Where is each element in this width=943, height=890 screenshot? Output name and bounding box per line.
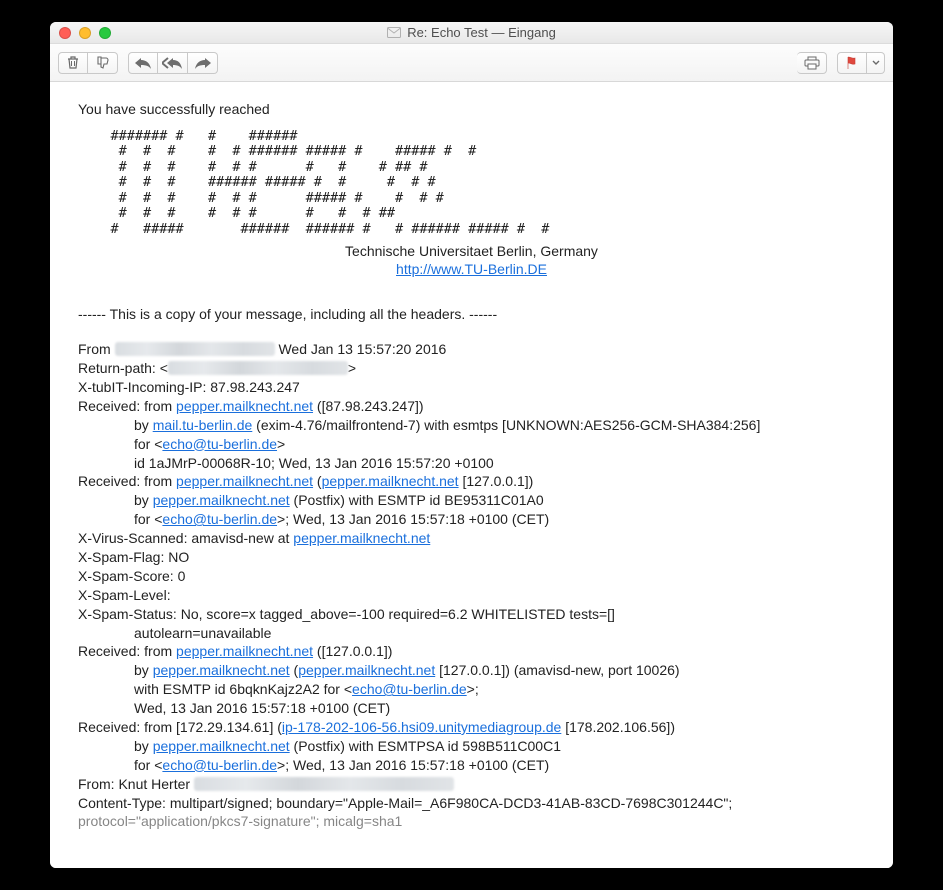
link-pepper-3c[interactable]: pepper.mailknecht.net	[298, 662, 435, 678]
header-from-name: From: Knut Herter	[78, 776, 194, 792]
printer-icon	[804, 56, 820, 70]
university-link[interactable]: http://www.TU-Berlin.DE	[396, 261, 547, 277]
message-body[interactable]: You have successfully reached ####### # …	[50, 82, 893, 868]
trash-icon	[66, 55, 80, 70]
link-mail-tub[interactable]: mail.tu-berlin.de	[153, 417, 253, 433]
forward-icon	[194, 57, 212, 69]
header-from-date: Wed Jan 13 15:57:20 2016	[275, 341, 447, 357]
link-echo-4[interactable]: echo@tu-berlin.de	[162, 757, 277, 773]
header-spam-level: X-Spam-Level:	[78, 586, 865, 605]
header-spam-status: X-Spam-Status: No, score=x tagged_above=…	[78, 605, 865, 624]
window-title: Re: Echo Test — Eingang	[50, 25, 893, 40]
header-spam-score: X-Spam-Score: 0	[78, 567, 865, 586]
header-from-label: From	[78, 341, 115, 357]
flag-icon	[845, 56, 859, 70]
window-zoom-button[interactable]	[99, 27, 111, 39]
titlebar[interactable]: Re: Echo Test — Eingang	[50, 22, 893, 44]
redacted-return-path	[168, 361, 348, 375]
university-line: Technische Universitaet Berlin, Germany	[78, 242, 865, 261]
forward-button[interactable]	[188, 52, 218, 74]
reply-icon	[134, 57, 152, 69]
link-pepper-vs[interactable]: pepper.mailknecht.net	[293, 530, 430, 546]
reply-button[interactable]	[128, 52, 158, 74]
reply-all-button[interactable]	[158, 52, 188, 74]
link-pepper-3a[interactable]: pepper.mailknecht.net	[176, 643, 313, 659]
mail-headers: From Wed Jan 13 15:57:20 2016 Return-pat…	[78, 340, 865, 831]
link-pepper-3b[interactable]: pepper.mailknecht.net	[153, 662, 290, 678]
window-minimize-button[interactable]	[79, 27, 91, 39]
print-button[interactable]	[797, 52, 827, 74]
link-pepper-2c[interactable]: pepper.mailknecht.net	[153, 492, 290, 508]
header-content-type-2: protocol="application/pkcs7-signature"; …	[78, 812, 865, 831]
link-unitymedia[interactable]: ip-178-202-106-56.hsi09.unitymediagroup.…	[282, 719, 561, 735]
traffic-lights	[50, 27, 111, 39]
intro-text: You have successfully reached	[78, 100, 865, 119]
header-spam-flag: X-Spam-Flag: NO	[78, 548, 865, 567]
envelope-icon	[387, 27, 401, 38]
link-echo-3[interactable]: echo@tu-berlin.de	[352, 681, 467, 697]
link-echo-2[interactable]: echo@tu-berlin.de	[162, 511, 277, 527]
reply-all-icon	[162, 57, 184, 69]
ascii-banner: ####### # # ###### # # # # # ###### ####…	[78, 129, 865, 238]
flag-menu-button[interactable]	[867, 52, 885, 74]
link-pepper-2a[interactable]: pepper.mailknecht.net	[176, 473, 313, 489]
link-echo-1[interactable]: echo@tu-berlin.de	[162, 436, 277, 452]
window-close-button[interactable]	[59, 27, 71, 39]
flag-button[interactable]	[837, 52, 867, 74]
scroll-fade	[50, 850, 893, 868]
header-incoming-ip: X-tubIT-Incoming-IP: 87.98.243.247	[78, 378, 865, 397]
link-pepper-2b[interactable]: pepper.mailknecht.net	[322, 473, 459, 489]
link-pepper-1[interactable]: pepper.mailknecht.net	[176, 398, 313, 414]
junk-button[interactable]	[88, 52, 118, 74]
chevron-down-icon	[872, 60, 880, 66]
separator-line: ------ This is a copy of your message, i…	[78, 305, 865, 324]
header-virus-scanned: X-Virus-Scanned: amavisd-new at	[78, 530, 293, 546]
toolbar	[50, 44, 893, 82]
redacted-sender	[115, 342, 275, 356]
header-content-type: Content-Type: multipart/signed; boundary…	[78, 794, 865, 813]
redacted-from-address	[194, 777, 454, 791]
mail-message-window: Re: Echo Test — Eingang	[50, 22, 893, 868]
header-return-path-label: Return-path: <	[78, 360, 168, 376]
thumbs-down-icon	[95, 56, 111, 70]
link-pepper-4[interactable]: pepper.mailknecht.net	[153, 738, 290, 754]
delete-button[interactable]	[58, 52, 88, 74]
